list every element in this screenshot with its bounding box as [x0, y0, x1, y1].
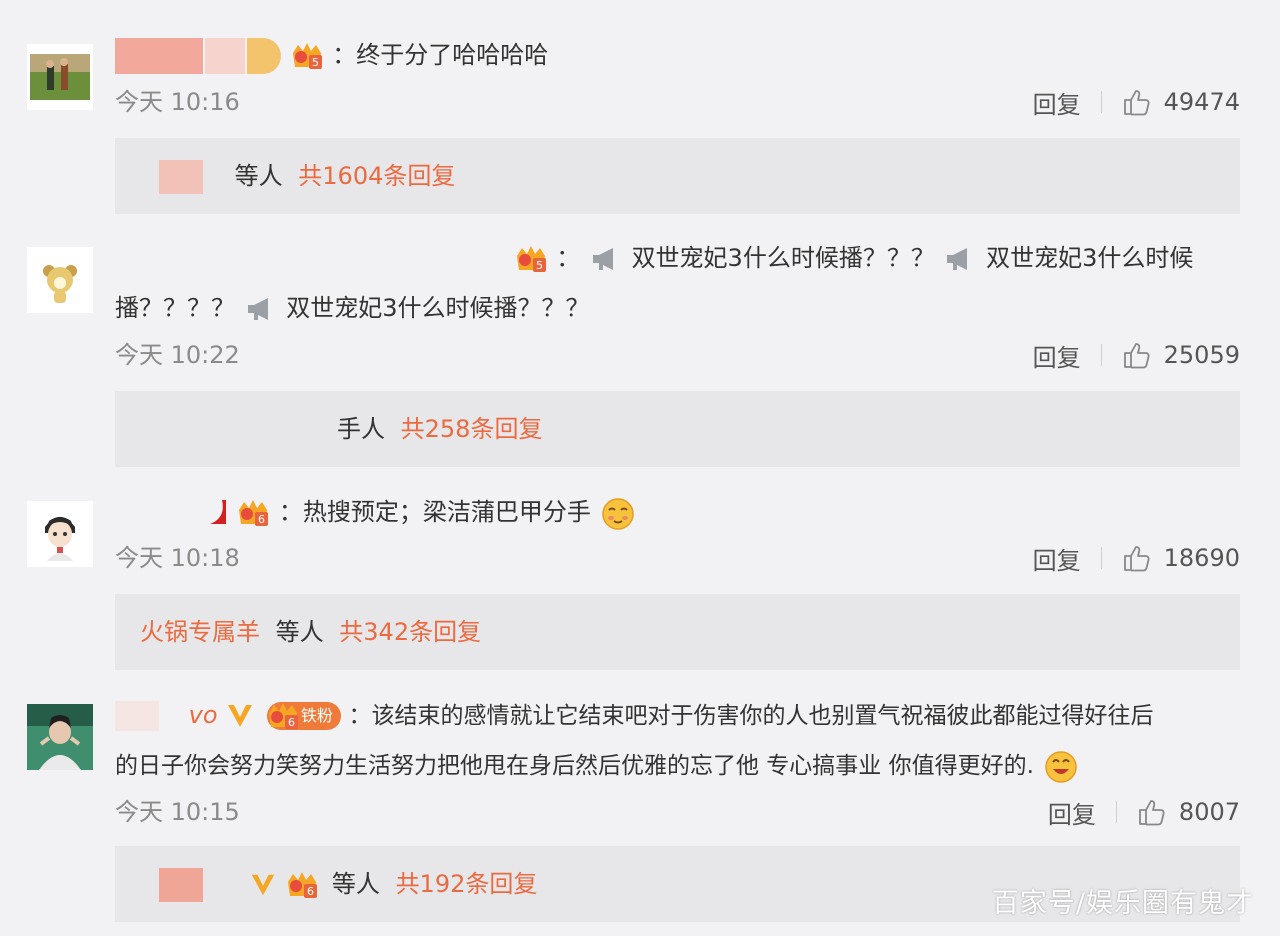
comment-time: 今天 10:16 [115, 88, 240, 116]
redacted-avatar [159, 868, 203, 902]
reply-button[interactable]: 回复 [1033, 541, 1081, 576]
megaphone-icon [592, 248, 613, 270]
svg-text:6: 6 [288, 716, 295, 729]
comment-time: 今天 10:18 [115, 544, 240, 572]
grinning-face-emoji-icon [1044, 751, 1077, 783]
action-divider [1115, 801, 1117, 823]
user-avatar[interactable] [27, 44, 93, 110]
like-count: 25059 [1163, 341, 1240, 369]
fan-badge-label: 铁粉 [300, 706, 333, 725]
replies-preview[interactable]: 手人 共258条回复 [115, 391, 1240, 467]
crown-level-badge-icon: 5 [292, 43, 322, 69]
reply-button[interactable]: 回复 [1048, 795, 1096, 830]
avatar-photo-icon [27, 44, 93, 110]
watermark: 百家号/娱乐圈有鬼才 [991, 888, 1254, 919]
like-count: 49474 [1163, 88, 1240, 116]
crown-level-badge-icon: 6 [288, 872, 318, 898]
name-fragment: vo [188, 701, 218, 729]
replies-preview[interactable]: 等人 共1604条回复 [115, 138, 1240, 214]
like-button[interactable]: 25059 [1122, 340, 1240, 370]
comment-body: 双世宠妃3什么时候播？？？ [631, 244, 935, 272]
replies-suffix: 等人 [331, 870, 380, 898]
comment-body: 的日子你会努力笑努力生活努力把他甩在身后然后优雅的忘了他 专心搞事业 你值得更好… [115, 753, 1034, 779]
name-fragment-icon [209, 500, 226, 524]
reply-count-link[interactable]: 共192条回复 [396, 870, 538, 898]
comment-meta: 今天 10:18 回复 18690 [115, 538, 1240, 578]
shy-face-emoji-icon [601, 498, 634, 530]
avatar-photo-icon [27, 704, 93, 770]
user-avatar[interactable] [27, 501, 93, 567]
comment-text: 5 ： 双世宠妃3什么时候播？？？ 双世宠妃3什么时候 [115, 235, 1193, 281]
svg-text:6: 6 [307, 885, 314, 898]
comment-actions: 回复 8007 [1048, 792, 1240, 832]
anime-avatar-icon [27, 501, 93, 567]
redacted-username[interactable] [115, 38, 203, 74]
like-count: 18690 [1163, 544, 1240, 572]
action-divider [1100, 344, 1102, 366]
thumbs-up-icon [1123, 343, 1150, 369]
reply-count-link[interactable]: 共258条回复 [401, 415, 543, 443]
comment-text: 6 ：热搜预定；梁洁蒲巴甲分手 [115, 489, 637, 535]
thumbs-up-icon [1139, 800, 1165, 826]
user-avatar[interactable] [27, 247, 93, 313]
comment-body: ：终于分了哈哈哈哈 [332, 41, 549, 69]
replies-suffix: 等人 [234, 162, 283, 190]
crown-level-badge-icon: 6 [268, 703, 298, 729]
comment-text-line2: 的日子你会努力笑努力生活努力把他甩在身后然后优雅的忘了他 专心搞事业 你值得更好… [115, 742, 1080, 789]
user-avatar[interactable] [27, 704, 93, 770]
replies-suffix: 手人 [337, 415, 385, 443]
redacted-username[interactable] [115, 701, 159, 731]
reply-count-link[interactable]: 共1604条回复 [298, 162, 455, 190]
comment-body: 播？？？？ [115, 294, 235, 322]
comment-meta: 今天 10:15 回复 8007 [115, 792, 1240, 832]
action-divider [1100, 547, 1102, 569]
svg-text:5: 5 [536, 259, 543, 272]
comment-meta: 今天 10:16 回复 49474 [115, 82, 1240, 122]
fan-badge: 6 铁粉 [266, 702, 341, 730]
svg-text:6: 6 [258, 513, 265, 526]
comment-body: 双世宠妃3什么时候播？？？ [286, 294, 590, 322]
comment-colon: ： [556, 244, 581, 272]
replies-suffix: 等人 [275, 618, 324, 646]
redacted-username [247, 38, 281, 74]
comment-text: 5 ：终于分了哈哈哈哈 [115, 32, 548, 78]
like-count: 8007 [1178, 798, 1240, 826]
verified-v-icon [228, 705, 253, 727]
like-button[interactable]: 18690 [1122, 543, 1240, 573]
comment-body: ：热搜预定；梁洁蒲巴甲分手 [278, 498, 591, 526]
bear-avatar-icon [27, 247, 93, 313]
comment-actions: 回复 18690 [1033, 538, 1240, 578]
comment-meta: 今天 10:22 回复 25059 [115, 335, 1240, 375]
comment-body: 双世宠妃3什么时候 [986, 244, 1194, 272]
comment-text: vo 6 铁粉 ：该结束的感情就让它结束吧对于伤害你的人也别置气祝福彼此都能过得… [115, 692, 1153, 739]
comment-time: 今天 10:22 [115, 341, 240, 369]
reply-button[interactable]: 回复 [1033, 85, 1081, 120]
svg-text:5: 5 [312, 56, 319, 69]
crown-level-badge-icon: 6 [239, 500, 269, 526]
thumbs-up-icon [1123, 90, 1150, 116]
redacted-avatar [159, 160, 203, 194]
thumbs-up-icon [1123, 546, 1150, 572]
comment-body: ：该结束的感情就让它结束吧对于伤害你的人也别置气祝福彼此都能过得好往后 [348, 703, 1154, 729]
redacted-username [205, 38, 245, 74]
replies-preview[interactable]: 火锅专属羊 等人 共342条回复 [115, 594, 1240, 670]
comment-actions: 回复 49474 [1033, 82, 1240, 122]
reply-button[interactable]: 回复 [1033, 338, 1081, 373]
verified-v-icon [251, 874, 274, 896]
like-button[interactable]: 8007 [1137, 797, 1240, 827]
comment-text-line2: 播？？？？ 双世宠妃3什么时候播？？？ [115, 285, 590, 331]
comment-actions: 回复 25059 [1033, 335, 1240, 375]
crown-level-badge-icon: 5 [516, 246, 546, 272]
action-divider [1100, 91, 1102, 113]
reply-count-link[interactable]: 共342条回复 [339, 618, 481, 646]
like-button[interactable]: 49474 [1122, 87, 1240, 117]
comment-time: 今天 10:15 [115, 798, 240, 826]
reply-user-link[interactable]: 火锅专属羊 [140, 618, 260, 646]
megaphone-icon [247, 298, 268, 320]
megaphone-icon [947, 248, 968, 270]
